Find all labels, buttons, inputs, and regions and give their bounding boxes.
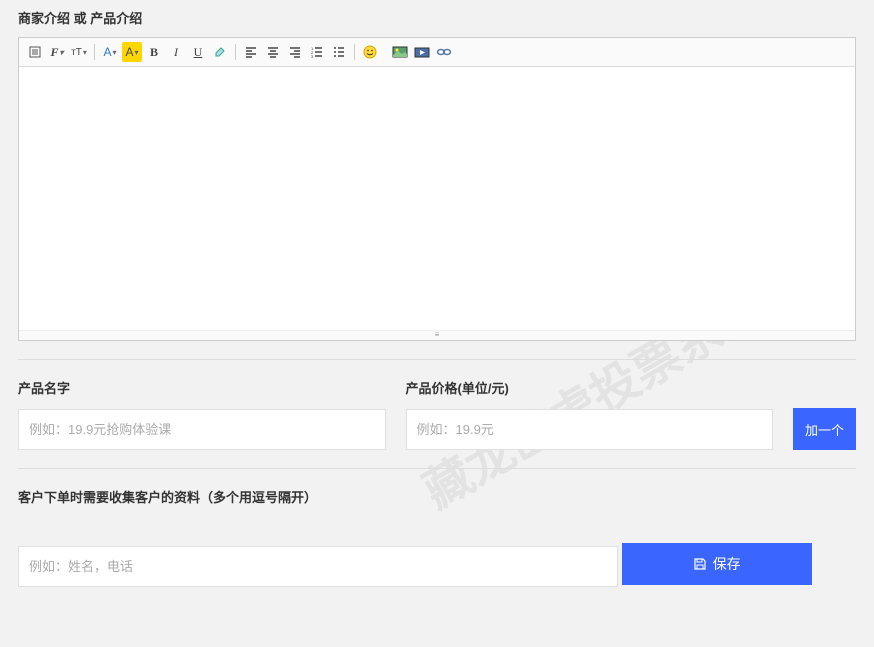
editor-section-label: 商家介绍 或 产品介绍 bbox=[18, 8, 856, 27]
image-icon[interactable] bbox=[390, 42, 410, 62]
editor-textarea[interactable] bbox=[19, 67, 855, 327]
font-color-dropdown[interactable]: A bbox=[100, 42, 120, 62]
source-icon[interactable] bbox=[25, 42, 45, 62]
media-icon[interactable] bbox=[412, 42, 432, 62]
ordered-list-icon[interactable]: 123 bbox=[307, 42, 327, 62]
bold-button[interactable]: B bbox=[144, 42, 164, 62]
save-button-label: 保存 bbox=[713, 554, 741, 574]
highlight-color-dropdown[interactable]: A bbox=[122, 42, 142, 62]
customer-info-input[interactable] bbox=[18, 546, 618, 587]
product-price-label: 产品价格(单位/元) bbox=[406, 378, 774, 397]
italic-button[interactable]: I bbox=[166, 42, 186, 62]
add-product-button[interactable]: 加一个 bbox=[793, 408, 856, 450]
toolbar-separator bbox=[354, 44, 355, 60]
underline-button[interactable]: U bbox=[188, 42, 208, 62]
align-right-icon[interactable] bbox=[285, 42, 305, 62]
product-name-input[interactable] bbox=[18, 409, 386, 450]
rich-text-editor: F ᴛT A A B I U 123 bbox=[18, 37, 856, 341]
toolbar-separator bbox=[235, 44, 236, 60]
editor-resize-handle[interactable]: ≡ bbox=[19, 330, 855, 340]
eraser-icon[interactable] bbox=[210, 42, 230, 62]
save-button[interactable]: 保存 bbox=[622, 543, 812, 585]
save-icon bbox=[693, 557, 707, 571]
toolbar-separator bbox=[94, 44, 95, 60]
editor-toolbar: F ᴛT A A B I U 123 bbox=[19, 38, 855, 67]
product-name-label: 产品名字 bbox=[18, 378, 386, 397]
font-family-dropdown[interactable]: F bbox=[47, 42, 67, 62]
font-size-dropdown[interactable]: ᴛT bbox=[69, 42, 89, 62]
link-icon[interactable] bbox=[434, 42, 454, 62]
section-divider bbox=[18, 359, 856, 360]
unordered-list-icon[interactable] bbox=[329, 42, 349, 62]
product-price-input[interactable] bbox=[406, 409, 774, 450]
emoji-icon[interactable] bbox=[360, 42, 380, 62]
align-left-icon[interactable] bbox=[241, 42, 261, 62]
svg-text:3: 3 bbox=[311, 54, 314, 59]
customer-info-label: 客户下单时需要收集客户的资料（多个用逗号隔开） bbox=[18, 487, 856, 506]
section-divider bbox=[18, 468, 856, 469]
align-center-icon[interactable] bbox=[263, 42, 283, 62]
